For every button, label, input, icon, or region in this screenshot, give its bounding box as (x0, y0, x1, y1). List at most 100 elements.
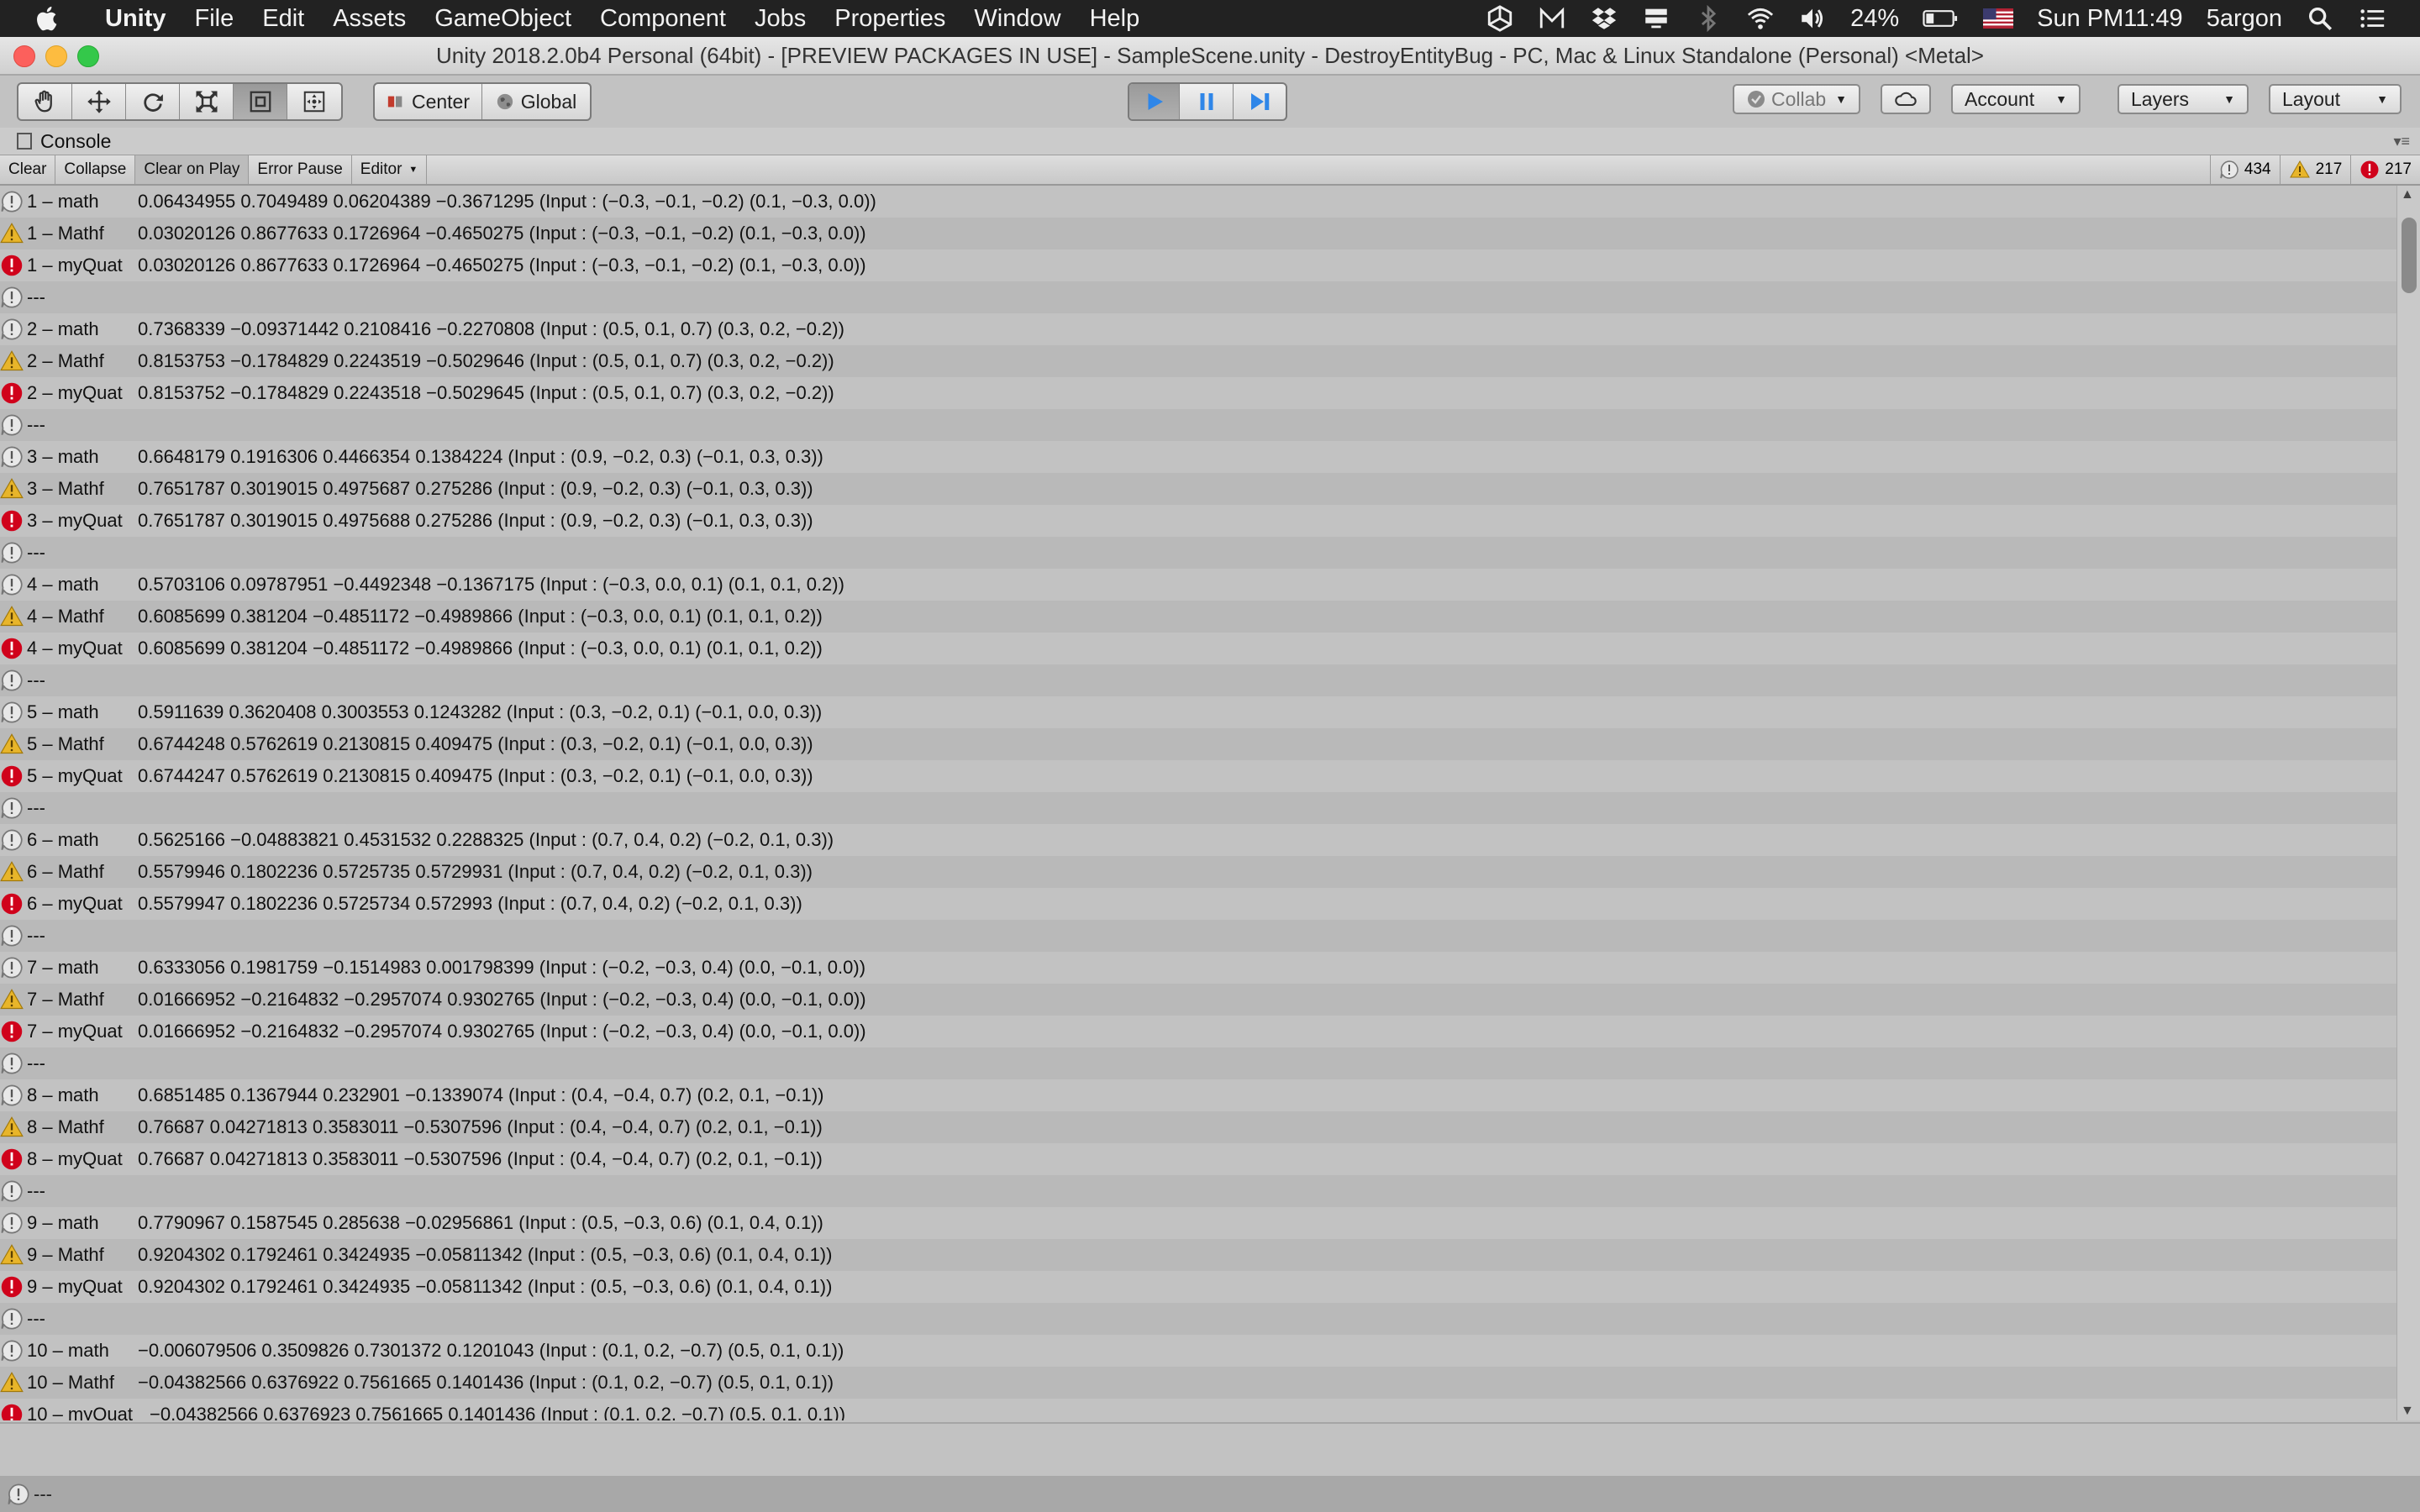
menu-assets[interactable]: Assets (318, 5, 420, 33)
zoom-window-button[interactable] (77, 45, 99, 67)
menu-gameobject[interactable]: GameObject (420, 5, 586, 33)
menu-window[interactable]: Window (960, 5, 1075, 33)
log-entry[interactable]: 7 – math 0.6333056 0.1981759 −0.1514983 0… (0, 952, 2396, 984)
log-entry[interactable]: 5 – myQuat 0.6744247 0.5762619 0.2130815 … (0, 760, 2396, 792)
log-entry[interactable]: 1 – myQuat 0.03020126 0.8677633 0.1726964… (0, 249, 2396, 281)
log-entry[interactable]: 7 – myQuat 0.01666952 −0.2164832 −0.29570… (0, 1016, 2396, 1047)
pivot-global-toggle[interactable]: Global (482, 84, 590, 119)
scroll-up-arrow-icon[interactable]: ▲ (2401, 187, 2414, 202)
log-entry[interactable]: 8 – math 0.6851485 0.1367944 0.232901 −0.… (0, 1079, 2396, 1111)
transform-tool-button[interactable] (287, 84, 341, 119)
log-entry[interactable]: --- (0, 537, 2396, 569)
log-entry[interactable]: 1 – math 0.06434955 0.7049489 0.06204389 … (0, 186, 2396, 218)
clear-button[interactable]: Clear (0, 155, 56, 184)
malwarebytes-icon[interactable] (1538, 4, 1566, 33)
dropbox-icon[interactable] (1590, 4, 1618, 33)
log-entry[interactable]: 4 – Mathf 0.6085699 0.381204 −0.4851172 −… (0, 601, 2396, 633)
log-entry[interactable]: 10 – myQuat −0.04382566 0.6376923 0.75616… (0, 1399, 2396, 1420)
close-window-button[interactable] (13, 45, 35, 67)
log-scrollbar[interactable]: ▲ ▼ (2396, 186, 2420, 1420)
log-entry[interactable]: --- (0, 281, 2396, 313)
scroll-down-arrow-icon[interactable]: ▼ (2401, 1404, 2414, 1419)
log-entry[interactable]: --- (0, 1175, 2396, 1207)
log-count-toggle[interactable]: 434 (2209, 155, 2280, 184)
wifi-icon[interactable] (1746, 4, 1775, 33)
log-entry[interactable]: 4 – math 0.5703106 0.09787951 −0.4492348 … (0, 569, 2396, 601)
bluetooth-icon[interactable] (1694, 4, 1723, 33)
log-detail-pane[interactable] (0, 1422, 2420, 1478)
user-name[interactable]: 5argon (2207, 5, 2282, 33)
notification-center-icon[interactable] (2358, 4, 2386, 33)
log-entry[interactable]: 6 – math 0.5625166 −0.04883821 0.4531532 … (0, 824, 2396, 856)
log-entry[interactable]: 5 – math 0.5911639 0.3620408 0.3003553 0.… (0, 696, 2396, 728)
log-entry[interactable]: 3 – math 0.6648179 0.1916306 0.4466354 0.… (0, 441, 2396, 473)
log-entry[interactable]: 8 – myQuat 0.76687 0.04271813 0.3583011 −… (0, 1143, 2396, 1175)
clock[interactable]: Sun PM11:49 (2037, 5, 2183, 33)
log-entry-source: 6 – myQuat (27, 893, 123, 914)
log-entry[interactable]: 3 – myQuat 0.7651787 0.3019015 0.4975688 … (0, 505, 2396, 537)
rotate-tool-button[interactable] (126, 84, 180, 119)
minimize-window-button[interactable] (45, 45, 67, 67)
cloud-button[interactable] (1881, 84, 1931, 114)
collapse-toggle[interactable]: Collapse (55, 155, 136, 184)
pause-button[interactable] (1180, 84, 1234, 119)
apple-icon[interactable] (34, 4, 62, 33)
log-entry[interactable]: 10 – Mathf −0.04382566 0.6376922 0.756166… (0, 1367, 2396, 1399)
log-entry[interactable]: --- (0, 920, 2396, 952)
scale-tool-button[interactable] (180, 84, 234, 119)
log-entry[interactable]: 2 – math 0.7368339 −0.09371442 0.2108416 … (0, 313, 2396, 345)
battery-icon[interactable] (1923, 4, 1960, 33)
volume-icon[interactable] (1798, 4, 1827, 33)
menu-properties[interactable]: Properties (820, 5, 960, 33)
display-icon[interactable] (1642, 4, 1670, 33)
play-button[interactable] (1129, 84, 1180, 119)
step-button[interactable] (1234, 84, 1286, 119)
editor-dropdown[interactable]: Editor ▼ (352, 155, 428, 184)
scrollbar-thumb[interactable] (2402, 218, 2417, 293)
log-entry[interactable]: 2 – myQuat 0.8153752 −0.1784829 0.2243518… (0, 377, 2396, 409)
menu-jobs[interactable]: Jobs (740, 5, 820, 33)
warning-count-toggle[interactable]: 217 (2279, 155, 2351, 184)
clear-on-play-toggle[interactable]: Clear on Play (135, 155, 250, 184)
menu-edit[interactable]: Edit (248, 5, 318, 33)
log-entry[interactable]: --- (0, 792, 2396, 824)
error-count-toggle[interactable]: 217 (2350, 155, 2420, 184)
menu-component[interactable]: Component (586, 5, 740, 33)
spotlight-search-icon[interactable] (2306, 4, 2334, 33)
log-entry[interactable]: --- (0, 409, 2396, 441)
layers-dropdown[interactable]: Layers ▼ (2118, 84, 2249, 114)
move-tool-button[interactable] (72, 84, 126, 119)
hand-tool-button[interactable] (18, 84, 72, 119)
log-entry[interactable]: 9 – math 0.7790967 0.1587545 0.285638 −0.… (0, 1207, 2396, 1239)
log-entry[interactable]: 5 – Mathf 0.6744248 0.5762619 0.2130815 0… (0, 728, 2396, 760)
menu-file[interactable]: File (181, 5, 249, 33)
status-bar[interactable]: --- (0, 1476, 2420, 1512)
unity-hub-icon[interactable] (1486, 4, 1514, 33)
log-entry[interactable]: 1 – Mathf 0.03020126 0.8677633 0.1726964 … (0, 218, 2396, 249)
log-entry[interactable]: 4 – myQuat 0.6085699 0.381204 −0.4851172 … (0, 633, 2396, 664)
error-pause-toggle[interactable]: Error Pause (249, 155, 352, 184)
account-dropdown[interactable]: Account ▼ (1951, 84, 2081, 114)
layout-dropdown[interactable]: Layout ▼ (2269, 84, 2402, 114)
rect-tool-button[interactable] (234, 84, 287, 119)
log-entry[interactable]: --- (0, 664, 2396, 696)
log-entry[interactable]: 7 – Mathf 0.01666952 −0.2164832 −0.295707… (0, 984, 2396, 1016)
log-entry[interactable]: 9 – myQuat 0.9204302 0.1792461 0.3424935 … (0, 1271, 2396, 1303)
log-entry[interactable]: 3 – Mathf 0.7651787 0.3019015 0.4975687 0… (0, 473, 2396, 505)
log-entry[interactable]: 9 – Mathf 0.9204302 0.1792461 0.3424935 −… (0, 1239, 2396, 1271)
log-entry[interactable]: 2 – Mathf 0.8153753 −0.1784829 0.2243519 … (0, 345, 2396, 377)
collab-dropdown[interactable]: Collab ▼ (1733, 84, 1860, 114)
pivot-center-toggle[interactable]: Center (375, 84, 482, 119)
flag-us-icon[interactable] (1983, 4, 2014, 33)
console-log-list[interactable]: 1 – math 0.06434955 0.7049489 0.06204389 … (0, 186, 2396, 1420)
log-entry[interactable]: --- (0, 1303, 2396, 1335)
log-entry[interactable]: 8 – Mathf 0.76687 0.04271813 0.3583011 −0… (0, 1111, 2396, 1143)
menu-app-unity[interactable]: Unity (91, 5, 181, 33)
log-entry[interactable]: 6 – myQuat 0.5579947 0.1802236 0.5725734 … (0, 888, 2396, 920)
log-entry[interactable]: --- (0, 1047, 2396, 1079)
menu-help[interactable]: Help (1076, 5, 1155, 33)
log-entry[interactable]: 6 – Mathf 0.5579946 0.1802236 0.5725735 0… (0, 856, 2396, 888)
panel-menu-icon[interactable]: ▾≡ (2393, 133, 2410, 150)
console-tab[interactable]: Console ▾≡ (0, 128, 2420, 155)
log-entry[interactable]: 10 – math −0.006079506 0.3509826 0.730137… (0, 1335, 2396, 1367)
